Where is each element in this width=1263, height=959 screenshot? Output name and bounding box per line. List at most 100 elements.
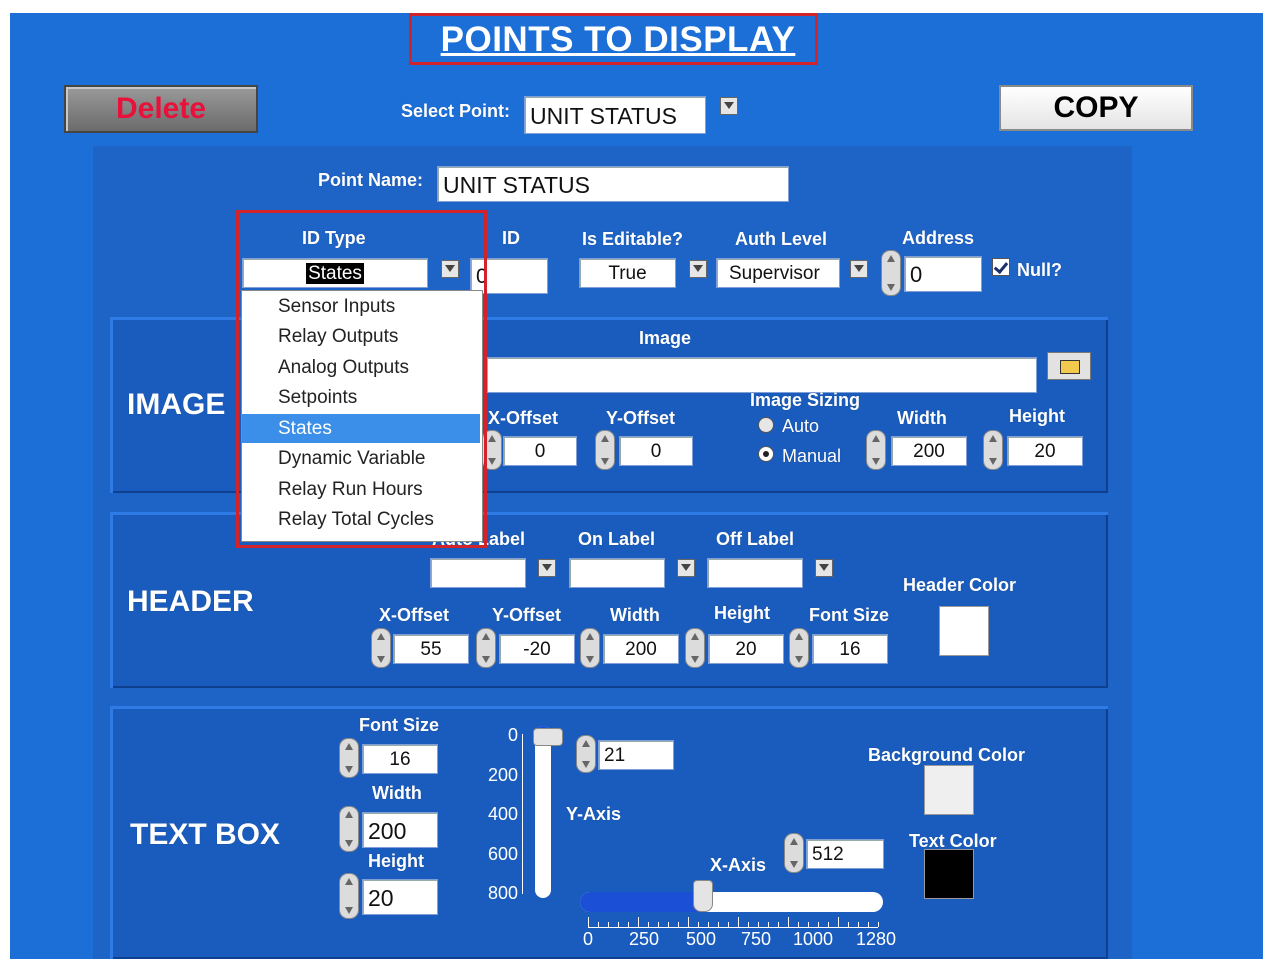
image-width-stepper[interactable] <box>866 430 886 470</box>
text-width-stepper[interactable] <box>339 806 359 852</box>
select-point-dropdown-button[interactable] <box>720 97 738 115</box>
image-y-offset-label: Y-Offset <box>606 408 676 428</box>
header-y-offset-stepper[interactable] <box>476 628 496 668</box>
y-axis-stepper[interactable] <box>576 735 596 773</box>
x-axis-minor-tick <box>608 922 609 927</box>
text-height-field[interactable]: 20 <box>362 879 438 915</box>
id-type-option-analog-outputs[interactable]: Analog Outputs <box>242 353 480 382</box>
address-stepper[interactable] <box>881 250 901 296</box>
y-axis-tick-600: 600 <box>487 844 518 864</box>
header-font-size-field[interactable]: 16 <box>812 634 888 664</box>
text-width-label: Width <box>372 783 422 803</box>
image-height-label: Height <box>1009 406 1065 426</box>
auto-label-field[interactable] <box>430 558 526 588</box>
header-height-label: Height <box>714 603 770 623</box>
id-type-option-sensor-inputs[interactable]: Sensor Inputs <box>242 292 480 321</box>
manual-radio[interactable] <box>758 446 774 462</box>
checkmark-icon <box>993 258 1009 275</box>
x-axis-value-field[interactable]: 512 <box>806 839 884 869</box>
id-type-option-relay-run-hours[interactable]: Relay Run Hours <box>242 475 480 504</box>
x-axis-minor-tick <box>598 922 599 927</box>
id-type-option-setpoints[interactable]: Setpoints <box>242 383 480 412</box>
header-color-label: Header Color <box>903 575 1017 595</box>
is-editable-label: Is Editable? <box>582 229 684 249</box>
header-color-swatch[interactable] <box>939 606 989 656</box>
text-height-label: Height <box>368 851 424 871</box>
id-type-option-relay-total-cycles[interactable]: Relay Total Cycles <box>242 505 480 534</box>
x-axis-slider-handle[interactable] <box>693 880 713 912</box>
x-axis-tick-1280: 1280 <box>855 929 897 949</box>
text-color-swatch[interactable] <box>924 849 974 899</box>
header-x-offset-stepper[interactable] <box>371 628 391 668</box>
text-height-stepper[interactable] <box>339 873 359 919</box>
x-axis-minor-tick <box>838 917 839 927</box>
text-font-size-field[interactable]: 16 <box>362 744 438 774</box>
auth-level-field[interactable]: Supervisor <box>716 258 840 288</box>
x-axis-minor-tick <box>788 917 789 927</box>
folder-browse-button[interactable] <box>1047 352 1091 380</box>
on-label-dropdown-button[interactable] <box>677 559 695 577</box>
text-width-field[interactable]: 200 <box>362 812 438 848</box>
text-font-size-stepper[interactable] <box>339 738 359 778</box>
id-type-option-dynamic-variable[interactable]: Dynamic Variable <box>242 444 480 473</box>
point-name-field[interactable]: UNIT STATUS <box>437 166 789 202</box>
x-axis-stepper[interactable] <box>784 833 804 873</box>
image-path-field[interactable] <box>486 357 1037 393</box>
y-axis-tick-800: 800 <box>487 883 518 903</box>
x-axis-minor-tick <box>798 922 799 927</box>
id-type-select[interactable]: States <box>242 258 428 288</box>
x-axis-minor-tick <box>828 922 829 927</box>
header-y-offset-field[interactable]: -20 <box>499 634 575 664</box>
address-field[interactable]: 0 <box>904 256 982 292</box>
x-axis-minor-tick <box>868 922 869 927</box>
x-axis-minor-tick <box>638 917 639 927</box>
select-point-label: Select Point: <box>401 101 511 121</box>
auto-radio[interactable] <box>758 417 774 433</box>
y-axis-slider-handle[interactable] <box>533 728 563 746</box>
image-height-stepper[interactable] <box>983 430 1003 470</box>
copy-button[interactable]: COPY <box>999 85 1193 131</box>
header-width-stepper[interactable] <box>580 628 600 668</box>
text-box-section-title: TEXT BOX <box>130 818 281 851</box>
header-height-field[interactable]: 20 <box>708 634 784 664</box>
auto-label-dropdown-button[interactable] <box>538 559 556 577</box>
on-label-field[interactable] <box>569 558 665 588</box>
background-color-swatch[interactable] <box>924 765 974 815</box>
y-axis-tick-400: 400 <box>487 804 518 824</box>
select-point-field[interactable]: UNIT STATUS <box>524 96 706 134</box>
off-label-field[interactable] <box>707 558 803 588</box>
x-axis-minor-tick <box>758 922 759 927</box>
header-y-offset-label: Y-Offset <box>492 605 562 625</box>
image-y-offset-stepper[interactable] <box>595 430 615 470</box>
header-x-offset-field[interactable]: 55 <box>393 634 469 664</box>
image-width-field[interactable]: 200 <box>891 436 967 466</box>
id-type-option-states[interactable]: States <box>242 414 480 443</box>
is-editable-field[interactable]: True <box>579 258 676 288</box>
off-label-label: Off Label <box>716 529 795 549</box>
x-axis-minor-tick <box>878 922 879 927</box>
id-type-dropdown-button[interactable] <box>441 260 459 278</box>
image-x-offset-field[interactable]: 0 <box>503 436 577 466</box>
delete-button[interactable]: Delete <box>64 85 258 133</box>
header-font-size-stepper[interactable] <box>789 628 809 668</box>
id-type-selected-value: States <box>306 263 364 284</box>
x-axis-minor-tick <box>708 922 709 927</box>
address-label: Address <box>902 228 975 248</box>
null-checkbox[interactable] <box>992 258 1010 276</box>
x-axis-minor-tick <box>778 922 779 927</box>
id-type-option-relay-outputs[interactable]: Relay Outputs <box>242 322 480 351</box>
off-label-dropdown-button[interactable] <box>815 559 833 577</box>
manual-radio-label: Manual <box>782 446 842 466</box>
x-axis-tick-1000: 1000 <box>792 929 834 949</box>
image-height-field[interactable]: 20 <box>1007 436 1083 466</box>
image-y-offset-field[interactable]: 0 <box>619 436 693 466</box>
x-axis-minor-tick <box>818 922 819 927</box>
header-height-stepper[interactable] <box>685 628 705 668</box>
y-axis-slider-track[interactable] <box>535 726 551 898</box>
auth-level-dropdown-button[interactable] <box>850 260 868 278</box>
y-axis-value-field[interactable]: 21 <box>598 740 674 770</box>
y-axis-tick-0: 0 <box>507 725 518 745</box>
x-axis-label: X-Axis <box>710 855 767 875</box>
header-width-field[interactable]: 200 <box>603 634 679 664</box>
is-editable-dropdown-button[interactable] <box>689 260 707 278</box>
